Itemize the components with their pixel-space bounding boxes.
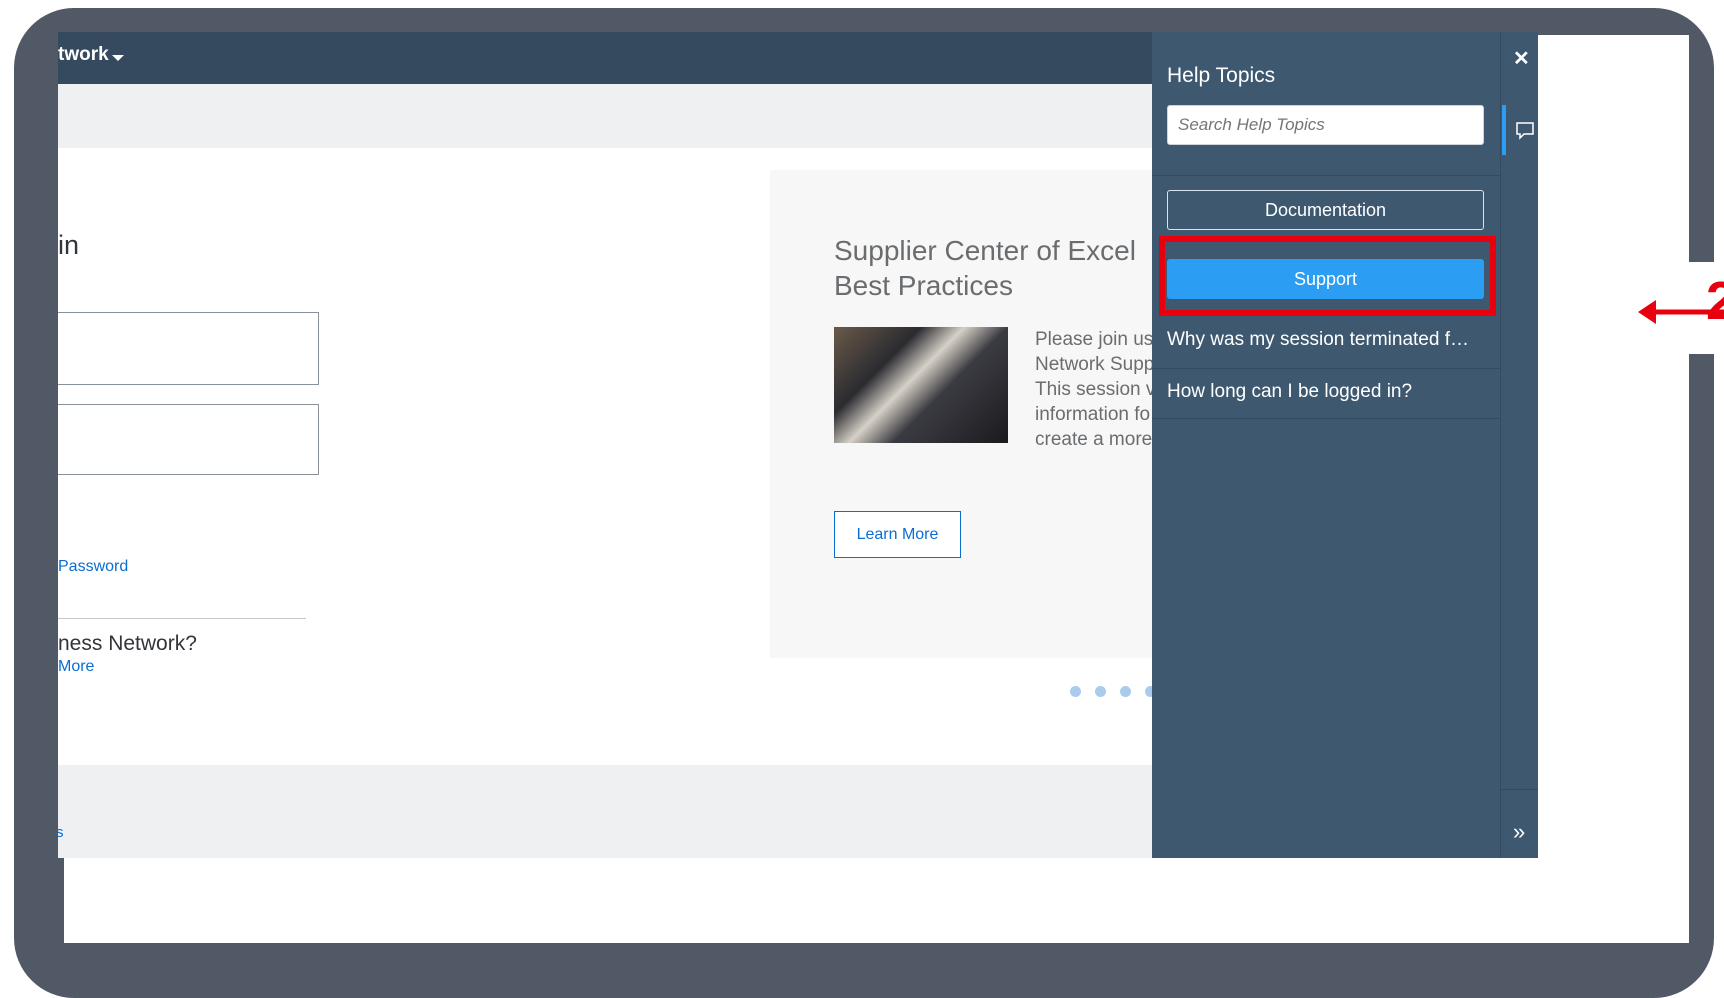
promo-body-line: create a more bbox=[1035, 429, 1153, 450]
rail-active-indicator bbox=[1502, 105, 1506, 155]
double-chevron-right-icon[interactable]: » bbox=[1513, 819, 1525, 845]
feedback-icon[interactable] bbox=[1516, 122, 1534, 145]
help-search-input[interactable] bbox=[1167, 105, 1484, 145]
promo-title-line1: Supplier Center of Excel bbox=[834, 235, 1136, 266]
promo-image bbox=[834, 327, 1008, 443]
learn-more-button[interactable]: Learn More bbox=[834, 511, 961, 558]
promo-body-line: Please join us bbox=[1035, 329, 1154, 350]
learn-more-link[interactable]: More bbox=[58, 658, 94, 676]
promo-body: Please join us Network Supp This session… bbox=[1035, 327, 1155, 452]
carousel-dot[interactable] bbox=[1095, 686, 1106, 697]
password-field[interactable] bbox=[58, 404, 319, 475]
help-title: Help Topics bbox=[1167, 64, 1276, 87]
help-item-separator bbox=[1152, 368, 1500, 369]
new-to-network-text: ness Network? bbox=[58, 632, 197, 655]
documentation-button[interactable]: Documentation bbox=[1167, 190, 1484, 230]
close-icon[interactable]: ✕ bbox=[1513, 46, 1530, 71]
side-rail bbox=[1500, 32, 1538, 858]
footer-link[interactable]: s bbox=[58, 824, 64, 841]
promo-body-line: This session v bbox=[1035, 379, 1156, 400]
rail-separator bbox=[1500, 789, 1538, 790]
carousel-dot[interactable] bbox=[1070, 686, 1081, 697]
support-button[interactable]: Support bbox=[1167, 259, 1484, 299]
promo-body-line: information fo bbox=[1035, 404, 1151, 425]
username-field[interactable] bbox=[58, 312, 319, 385]
help-separator bbox=[1152, 175, 1500, 176]
divider bbox=[58, 618, 306, 619]
login-heading: in bbox=[58, 230, 80, 260]
app-viewport: twork in Password ness Network? More Sup… bbox=[58, 32, 1538, 858]
chevron-down-icon[interactable] bbox=[112, 55, 124, 61]
help-item-separator bbox=[1152, 418, 1500, 419]
callout-step-number: 2 bbox=[1706, 271, 1724, 331]
network-menu[interactable]: twork bbox=[58, 44, 109, 66]
promo-title: Supplier Center of Excel Best Practices bbox=[834, 233, 1136, 303]
help-topic-item[interactable]: How long can I be logged in? bbox=[1167, 381, 1487, 403]
help-panel bbox=[1152, 32, 1500, 858]
promo-body-line: Network Supp bbox=[1035, 354, 1155, 375]
carousel-dot[interactable] bbox=[1120, 686, 1131, 697]
help-topic-item[interactable]: Why was my session terminated f… bbox=[1167, 329, 1487, 351]
forgot-password-link[interactable]: Password bbox=[58, 558, 128, 576]
promo-title-line2: Best Practices bbox=[834, 270, 1013, 301]
